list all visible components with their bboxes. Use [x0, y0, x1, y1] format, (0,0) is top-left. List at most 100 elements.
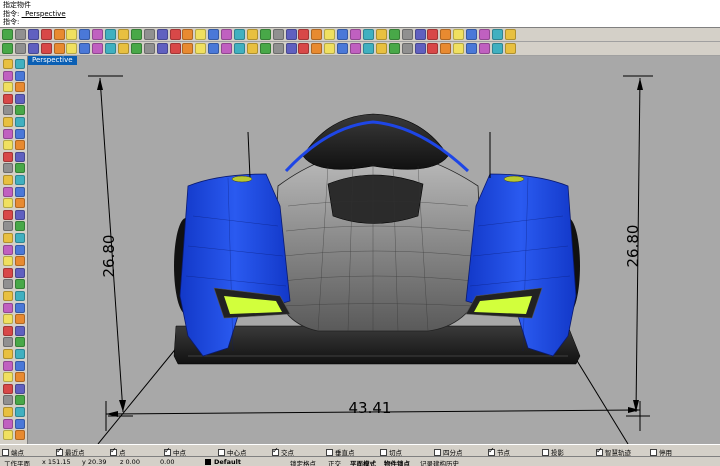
dimension-tool-icon[interactable] [3, 267, 13, 278]
redo-icon[interactable] [118, 29, 130, 40]
environment-icon[interactable] [504, 43, 516, 54]
perspective-viewport[interactable]: 26.80 26.80 43.41 Perspective [28, 56, 720, 444]
hide-icon[interactable] [362, 29, 374, 40]
shell-icon[interactable] [414, 43, 426, 54]
trim-icon[interactable] [182, 43, 194, 54]
extrude-icon[interactable] [246, 43, 258, 54]
arc-icon[interactable] [53, 43, 65, 54]
analyze-icon[interactable] [453, 43, 465, 54]
sweep-icon[interactable] [272, 43, 284, 54]
line-icon[interactable] [27, 43, 39, 54]
polygon-tool-icon[interactable] [3, 209, 13, 220]
dimension-tool-icon[interactable] [3, 383, 13, 394]
cylinder-icon[interactable] [362, 43, 374, 54]
osnap-icon[interactable] [246, 29, 258, 40]
unlock-icon[interactable] [401, 29, 413, 40]
current-layer[interactable]: Default [214, 458, 241, 466]
sphere-tool-icon[interactable] [15, 349, 25, 359]
point-tool-icon[interactable] [15, 59, 25, 69]
point-tool-icon[interactable] [15, 291, 25, 301]
solid-tool-icon[interactable] [3, 360, 13, 371]
point-icon[interactable] [2, 43, 13, 54]
osnap-checkbox[interactable] [272, 446, 279, 456]
save-icon[interactable] [27, 29, 39, 40]
circle-icon[interactable] [66, 43, 78, 54]
transform-tool-icon[interactable] [3, 256, 13, 267]
array-tool-icon[interactable] [15, 256, 25, 267]
loft-icon[interactable] [259, 43, 271, 54]
extrude-tool-icon[interactable] [15, 105, 25, 116]
block-icon[interactable] [440, 29, 452, 40]
import-icon[interactable] [53, 29, 65, 40]
surface-icon[interactable] [234, 43, 246, 54]
text-tool-icon[interactable] [15, 267, 25, 278]
curve-tool-icon[interactable] [3, 186, 13, 197]
surface-tool-icon[interactable] [3, 337, 13, 348]
ellipse-tool-icon[interactable] [15, 430, 25, 441]
extend-icon[interactable] [169, 43, 181, 54]
circle-tool-icon[interactable] [15, 70, 25, 81]
copy-icon[interactable] [79, 29, 91, 40]
analyze-tool-icon[interactable] [3, 163, 13, 174]
four-view-icon[interactable] [221, 29, 233, 40]
options-icon[interactable] [504, 29, 516, 40]
ortho-toggle[interactable]: 正交 [328, 458, 341, 466]
osnap-checkbox[interactable] [650, 448, 657, 456]
arc-tool-icon[interactable] [3, 314, 13, 325]
ellipse-tool-icon[interactable] [15, 314, 25, 325]
zoom-window-icon[interactable] [195, 29, 207, 40]
point-tool-icon[interactable] [15, 175, 25, 185]
dimension-tool-icon[interactable] [3, 151, 13, 162]
draft-icon[interactable] [491, 43, 503, 54]
select-tool-icon[interactable] [3, 175, 13, 185]
render-tool-icon[interactable] [15, 395, 25, 406]
osnap-toggle[interactable]: 物件锁点 [384, 458, 410, 466]
select-tool-icon[interactable] [3, 59, 13, 69]
torus-icon[interactable] [388, 43, 400, 54]
surface-tool-icon[interactable] [3, 221, 13, 232]
planar-icon[interactable] [272, 29, 284, 40]
cone-icon[interactable] [375, 43, 387, 54]
ortho-icon[interactable] [259, 29, 271, 40]
mesh-tool-icon[interactable] [15, 244, 25, 255]
osnap-checkbox[interactable] [488, 446, 495, 456]
lock-icon[interactable] [388, 29, 400, 40]
point-tool-icon[interactable] [15, 407, 25, 417]
freeform-icon[interactable] [118, 43, 130, 54]
zoom-icon[interactable] [182, 29, 194, 40]
dimension-icon[interactable] [466, 29, 478, 40]
record-history-toggle[interactable]: 记录建构历史 [420, 458, 459, 466]
new-icon[interactable] [2, 29, 13, 40]
analyze-tool-icon[interactable] [3, 395, 13, 406]
rotate-icon[interactable] [169, 29, 181, 40]
undo-icon[interactable] [105, 29, 117, 40]
ungroup-icon[interactable] [427, 29, 439, 40]
mesh-tool-icon[interactable] [15, 128, 25, 139]
zebra-icon[interactable] [478, 43, 490, 54]
split-icon[interactable] [195, 43, 207, 54]
revolve-icon[interactable] [285, 43, 297, 54]
zoom-extents-icon[interactable] [208, 29, 220, 40]
explode-icon[interactable] [221, 43, 233, 54]
planar-toggle[interactable]: 平面模式 [350, 458, 376, 466]
circle-tool-icon[interactable] [15, 186, 25, 197]
polyline-icon[interactable] [40, 43, 52, 54]
mesh-tool-icon[interactable] [15, 360, 25, 371]
polygon-tool-icon[interactable] [3, 325, 13, 336]
osnap-checkbox[interactable] [596, 446, 603, 456]
solid-tool-icon[interactable] [3, 244, 13, 255]
select-tool-icon[interactable] [3, 291, 13, 301]
show-icon[interactable] [375, 29, 387, 40]
curve-tool-icon[interactable] [3, 302, 13, 313]
group-icon[interactable] [414, 29, 426, 40]
osnap-checkbox[interactable] [218, 448, 225, 456]
light-icon[interactable] [324, 29, 336, 40]
text-tool-icon[interactable] [15, 151, 25, 162]
chamfer-icon[interactable] [156, 43, 168, 54]
offset-icon[interactable] [130, 43, 142, 54]
properties-icon[interactable] [298, 29, 310, 40]
arc-tool-icon[interactable] [3, 198, 13, 209]
mesh-icon[interactable] [427, 43, 439, 54]
render-tool-icon[interactable] [15, 163, 25, 174]
text-icon[interactable] [478, 29, 490, 40]
